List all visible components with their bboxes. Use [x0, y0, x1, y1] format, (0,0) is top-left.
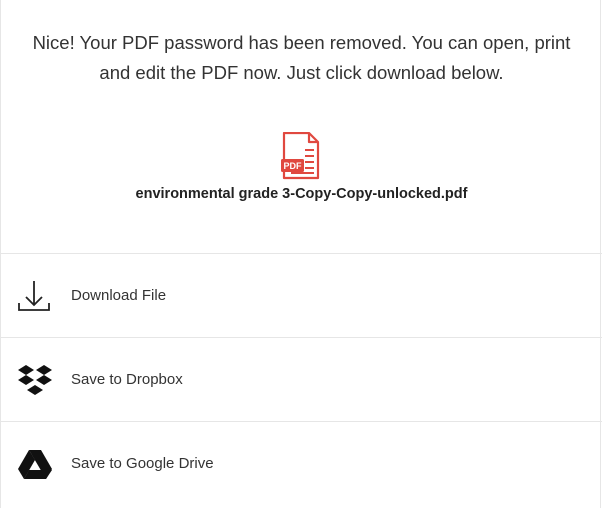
download-file-button[interactable]: Download File [1, 253, 602, 337]
result-panel: Nice! Your PDF password has been removed… [0, 0, 602, 508]
download-file-label: Download File [71, 287, 167, 304]
save-to-google-drive-button[interactable]: Save to Google Drive [1, 421, 602, 505]
pdf-badge-label: PDF [284, 161, 303, 171]
action-list: Download File Save to Dropbox Save to Go… [1, 253, 602, 505]
success-message: Nice! Your PDF password has been removed… [32, 32, 571, 83]
save-to-google-drive-label: Save to Google Drive [71, 455, 214, 472]
save-to-dropbox-label: Save to Dropbox [71, 371, 183, 388]
save-to-dropbox-button[interactable]: Save to Dropbox [1, 337, 602, 421]
download-icon [18, 281, 50, 311]
dropbox-icon [18, 365, 52, 395]
file-name: environmental grade 3-Copy-Copy-unlocked… [135, 186, 468, 202]
pdf-file-icon: PDF [281, 132, 320, 180]
google-drive-icon [18, 450, 52, 479]
